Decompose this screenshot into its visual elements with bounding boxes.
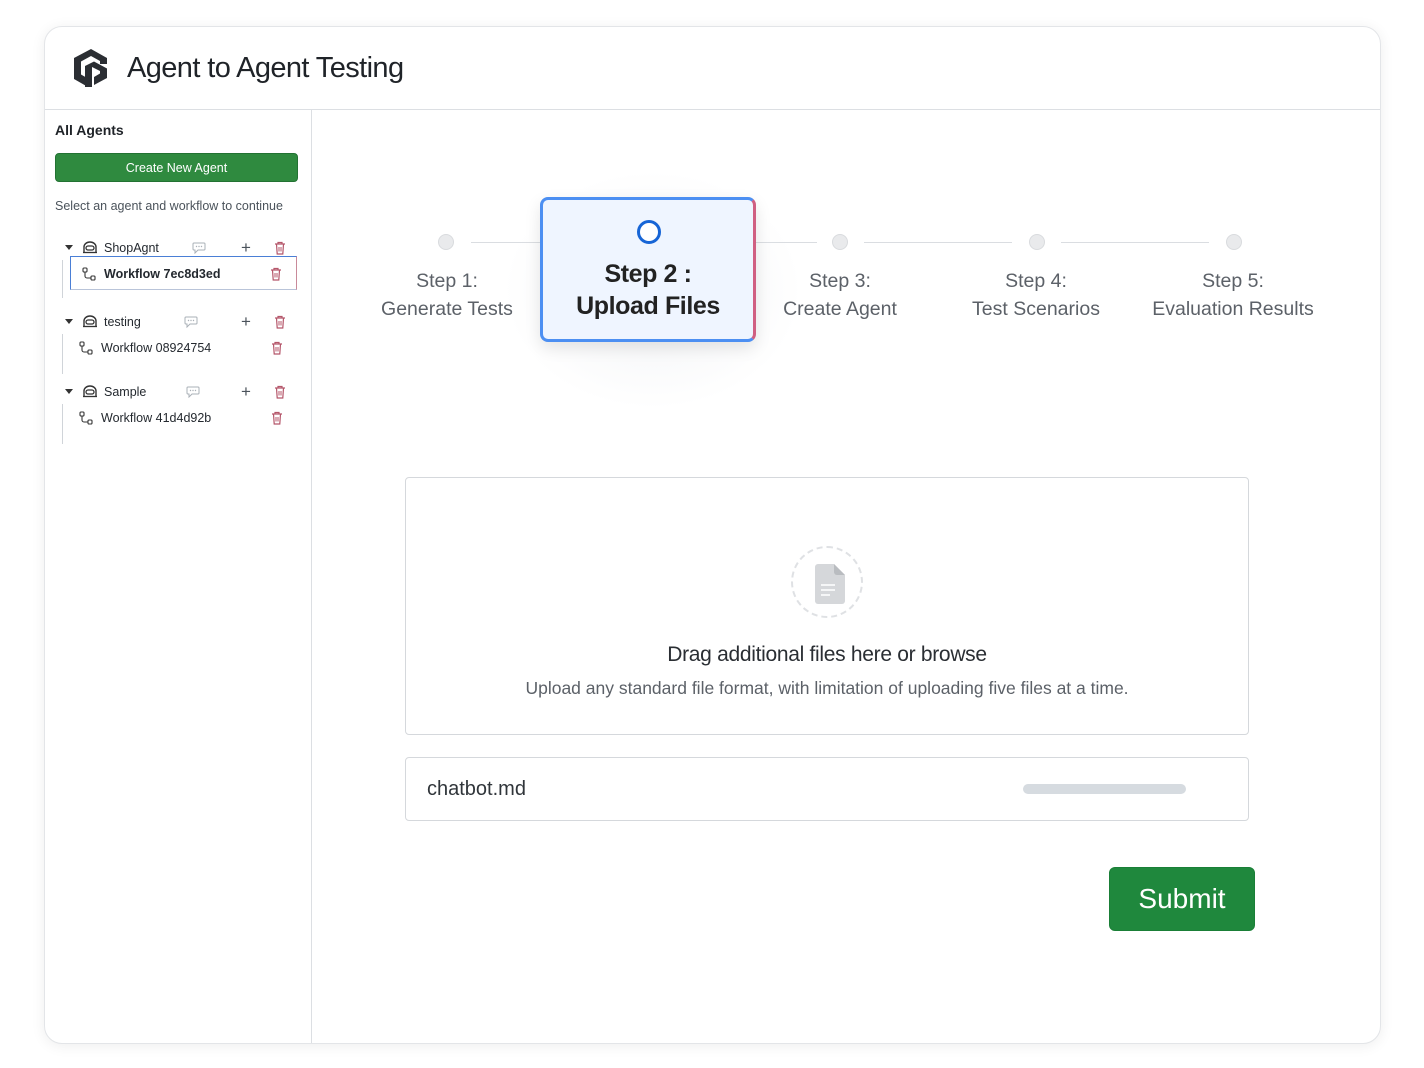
caret-down-icon[interactable] xyxy=(65,245,73,250)
step-2-active-card[interactable]: Step 2 : Upload Files xyxy=(540,197,756,342)
delete-workflow-icon[interactable] xyxy=(271,411,283,425)
step-3-label[interactable]: Step 3: Create Agent xyxy=(740,267,940,323)
delete-agent-icon[interactable] xyxy=(274,385,286,399)
chat-icon[interactable] xyxy=(192,242,206,254)
upload-icon-circle xyxy=(791,546,863,618)
step-4-title: Test Scenarios xyxy=(972,298,1100,320)
step-connector xyxy=(1061,242,1209,243)
agent-row[interactable]: Sample + xyxy=(55,382,301,402)
upload-progress-fill xyxy=(1023,784,1186,794)
main-content: Step 1: Generate Tests Step 2 : Upload F… xyxy=(313,110,1380,1043)
upload-progress-bar xyxy=(1023,784,1186,794)
dropzone-subtitle: Upload any standard file format, with li… xyxy=(525,678,1129,698)
step-5-dot[interactable] xyxy=(1226,234,1242,250)
agent-icon xyxy=(83,315,97,328)
step-4-number: Step 4: xyxy=(1005,270,1067,292)
step-2-number: Step 2 : xyxy=(604,260,692,288)
caret-down-icon[interactable] xyxy=(65,319,73,324)
file-dropzone[interactable]: Drag additional files here or browse Upl… xyxy=(405,477,1249,735)
agent-row[interactable]: testing + xyxy=(55,312,301,332)
step-5-number: Step 5: xyxy=(1202,270,1264,292)
file-icon xyxy=(815,564,845,604)
agent-row[interactable]: ShopAgnt + xyxy=(55,238,301,258)
workflow-item[interactable]: Workflow 41d4d92b xyxy=(70,401,297,435)
workflow-item[interactable]: Workflow 7ec8d3ed xyxy=(70,256,297,290)
workflow-item[interactable]: Workflow 08924754 xyxy=(70,331,297,365)
workflow-icon xyxy=(82,267,96,281)
step-1-dot[interactable] xyxy=(438,234,454,250)
app-header: Agent to Agent Testing xyxy=(45,27,1380,110)
tree-line xyxy=(62,404,63,444)
agent-icon xyxy=(83,241,97,254)
tree-line xyxy=(62,260,63,298)
app-title: Agent to Agent Testing xyxy=(127,51,404,84)
caret-down-icon[interactable] xyxy=(65,389,73,394)
sidebar: All Agents Create New Agent Select an ag… xyxy=(45,110,312,1043)
chat-icon[interactable] xyxy=(186,386,200,398)
sidebar-heading: All Agents xyxy=(55,122,124,138)
app-window: Agent to Agent Testing All Agents Create… xyxy=(44,26,1381,1044)
chat-icon[interactable] xyxy=(184,316,198,328)
delete-workflow-icon[interactable] xyxy=(271,341,283,355)
step-2-label: Step 2 : Upload Files xyxy=(543,258,753,322)
uploaded-file-row: chatbot.md xyxy=(405,757,1249,821)
tree-line xyxy=(62,334,63,374)
logo-icon xyxy=(74,49,107,87)
step-3-dot[interactable] xyxy=(832,234,848,250)
create-new-agent-button[interactable]: Create New Agent xyxy=(55,153,298,182)
delete-workflow-icon[interactable] xyxy=(270,267,282,281)
step-2-title: Upload Files xyxy=(576,292,720,320)
submit-button[interactable]: Submit xyxy=(1109,867,1255,931)
add-workflow-icon[interactable]: + xyxy=(241,383,251,400)
workflow-name: Workflow 7ec8d3ed xyxy=(104,267,221,281)
step-3-title: Create Agent xyxy=(783,298,897,320)
agent-name: testing xyxy=(104,315,141,329)
sidebar-hint: Select an agent and workflow to continue xyxy=(55,199,283,213)
add-workflow-icon[interactable]: + xyxy=(241,239,251,256)
step-5-title: Evaluation Results xyxy=(1152,298,1314,320)
step-connector xyxy=(864,242,1012,243)
step-4-label[interactable]: Step 4: Test Scenarios xyxy=(936,267,1136,323)
active-step-dot xyxy=(637,220,661,244)
workflow-name: Workflow 41d4d92b xyxy=(101,411,212,425)
step-4-dot[interactable] xyxy=(1029,234,1045,250)
agent-name: ShopAgnt xyxy=(104,241,159,255)
file-name: chatbot.md xyxy=(427,778,526,800)
delete-agent-icon[interactable] xyxy=(274,241,286,255)
agent-name: Sample xyxy=(104,385,147,399)
delete-agent-icon[interactable] xyxy=(274,315,286,329)
step-5-label[interactable]: Step 5: Evaluation Results xyxy=(1133,267,1333,323)
workflow-icon xyxy=(79,341,93,355)
agent-icon xyxy=(83,385,97,398)
workflow-icon xyxy=(79,411,93,425)
dropzone-title[interactable]: Drag additional files here or browse xyxy=(406,643,1248,667)
add-workflow-icon[interactable]: + xyxy=(241,313,251,330)
step-3-number: Step 3: xyxy=(809,270,871,292)
workflow-name: Workflow 08924754 xyxy=(101,341,212,355)
